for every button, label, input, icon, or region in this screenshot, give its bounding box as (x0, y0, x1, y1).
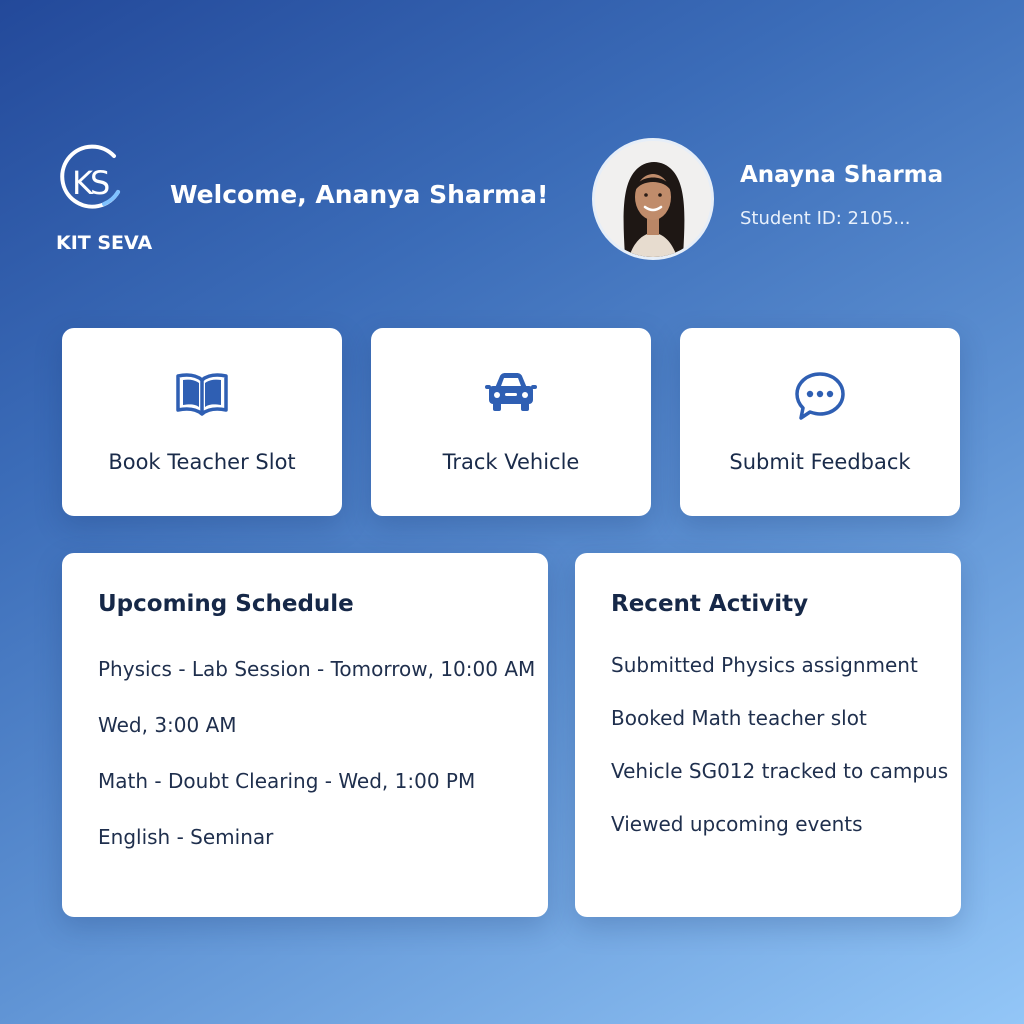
track-vehicle-button[interactable]: Track Vehicle (371, 328, 651, 516)
submit-feedback-button[interactable]: Submit Feedback (680, 328, 960, 516)
car-icon (485, 373, 537, 411)
book-teacher-slot-label: Book Teacher Slot (108, 450, 296, 474)
recent-activity-title: Recent Activity (611, 591, 809, 617)
schedule-list: Physics - Lab Session - Tomorrow, 10:00 … (98, 657, 535, 881)
schedule-item[interactable]: Wed, 3:00 AM (98, 713, 535, 769)
activity-item[interactable]: Booked Math teacher slot (611, 706, 948, 759)
profile-name: Anayna Sharma (740, 162, 944, 188)
avatar-portrait-icon (595, 141, 711, 257)
logo-mark: KS (72, 164, 110, 202)
upcoming-schedule-title: Upcoming Schedule (98, 591, 354, 617)
book-icon (176, 373, 228, 416)
activity-item[interactable]: Submitted Physics assignment (611, 653, 948, 706)
upcoming-schedule-panel: Upcoming Schedule Physics - Lab Session … (62, 553, 548, 917)
schedule-item[interactable]: Physics - Lab Session - Tomorrow, 10:00 … (98, 657, 535, 713)
schedule-item[interactable]: Math - Doubt Clearing - Wed, 1:00 PM (98, 769, 535, 825)
submit-feedback-label: Submit Feedback (729, 450, 911, 474)
activity-item[interactable]: Viewed upcoming events (611, 812, 948, 865)
brand-name: KIT SEVA (56, 232, 153, 254)
schedule-item[interactable]: English - Seminar (98, 825, 535, 881)
recent-activity-panel: Recent Activity Submitted Physics assign… (575, 553, 961, 917)
activity-list: Submitted Physics assignment Booked Math… (611, 653, 948, 865)
brand-logo[interactable]: KS KIT SEVA (56, 142, 156, 257)
activity-item[interactable]: Vehicle SG012 tracked to campus (611, 759, 948, 812)
book-teacher-slot-button[interactable]: Book Teacher Slot (62, 328, 342, 516)
student-id: Student ID: 2105... (740, 208, 911, 229)
track-vehicle-label: Track Vehicle (442, 450, 580, 474)
chat-bubble-icon (795, 372, 845, 420)
welcome-heading: Welcome, Ananya Sharma! (170, 180, 549, 209)
avatar[interactable] (592, 138, 714, 260)
